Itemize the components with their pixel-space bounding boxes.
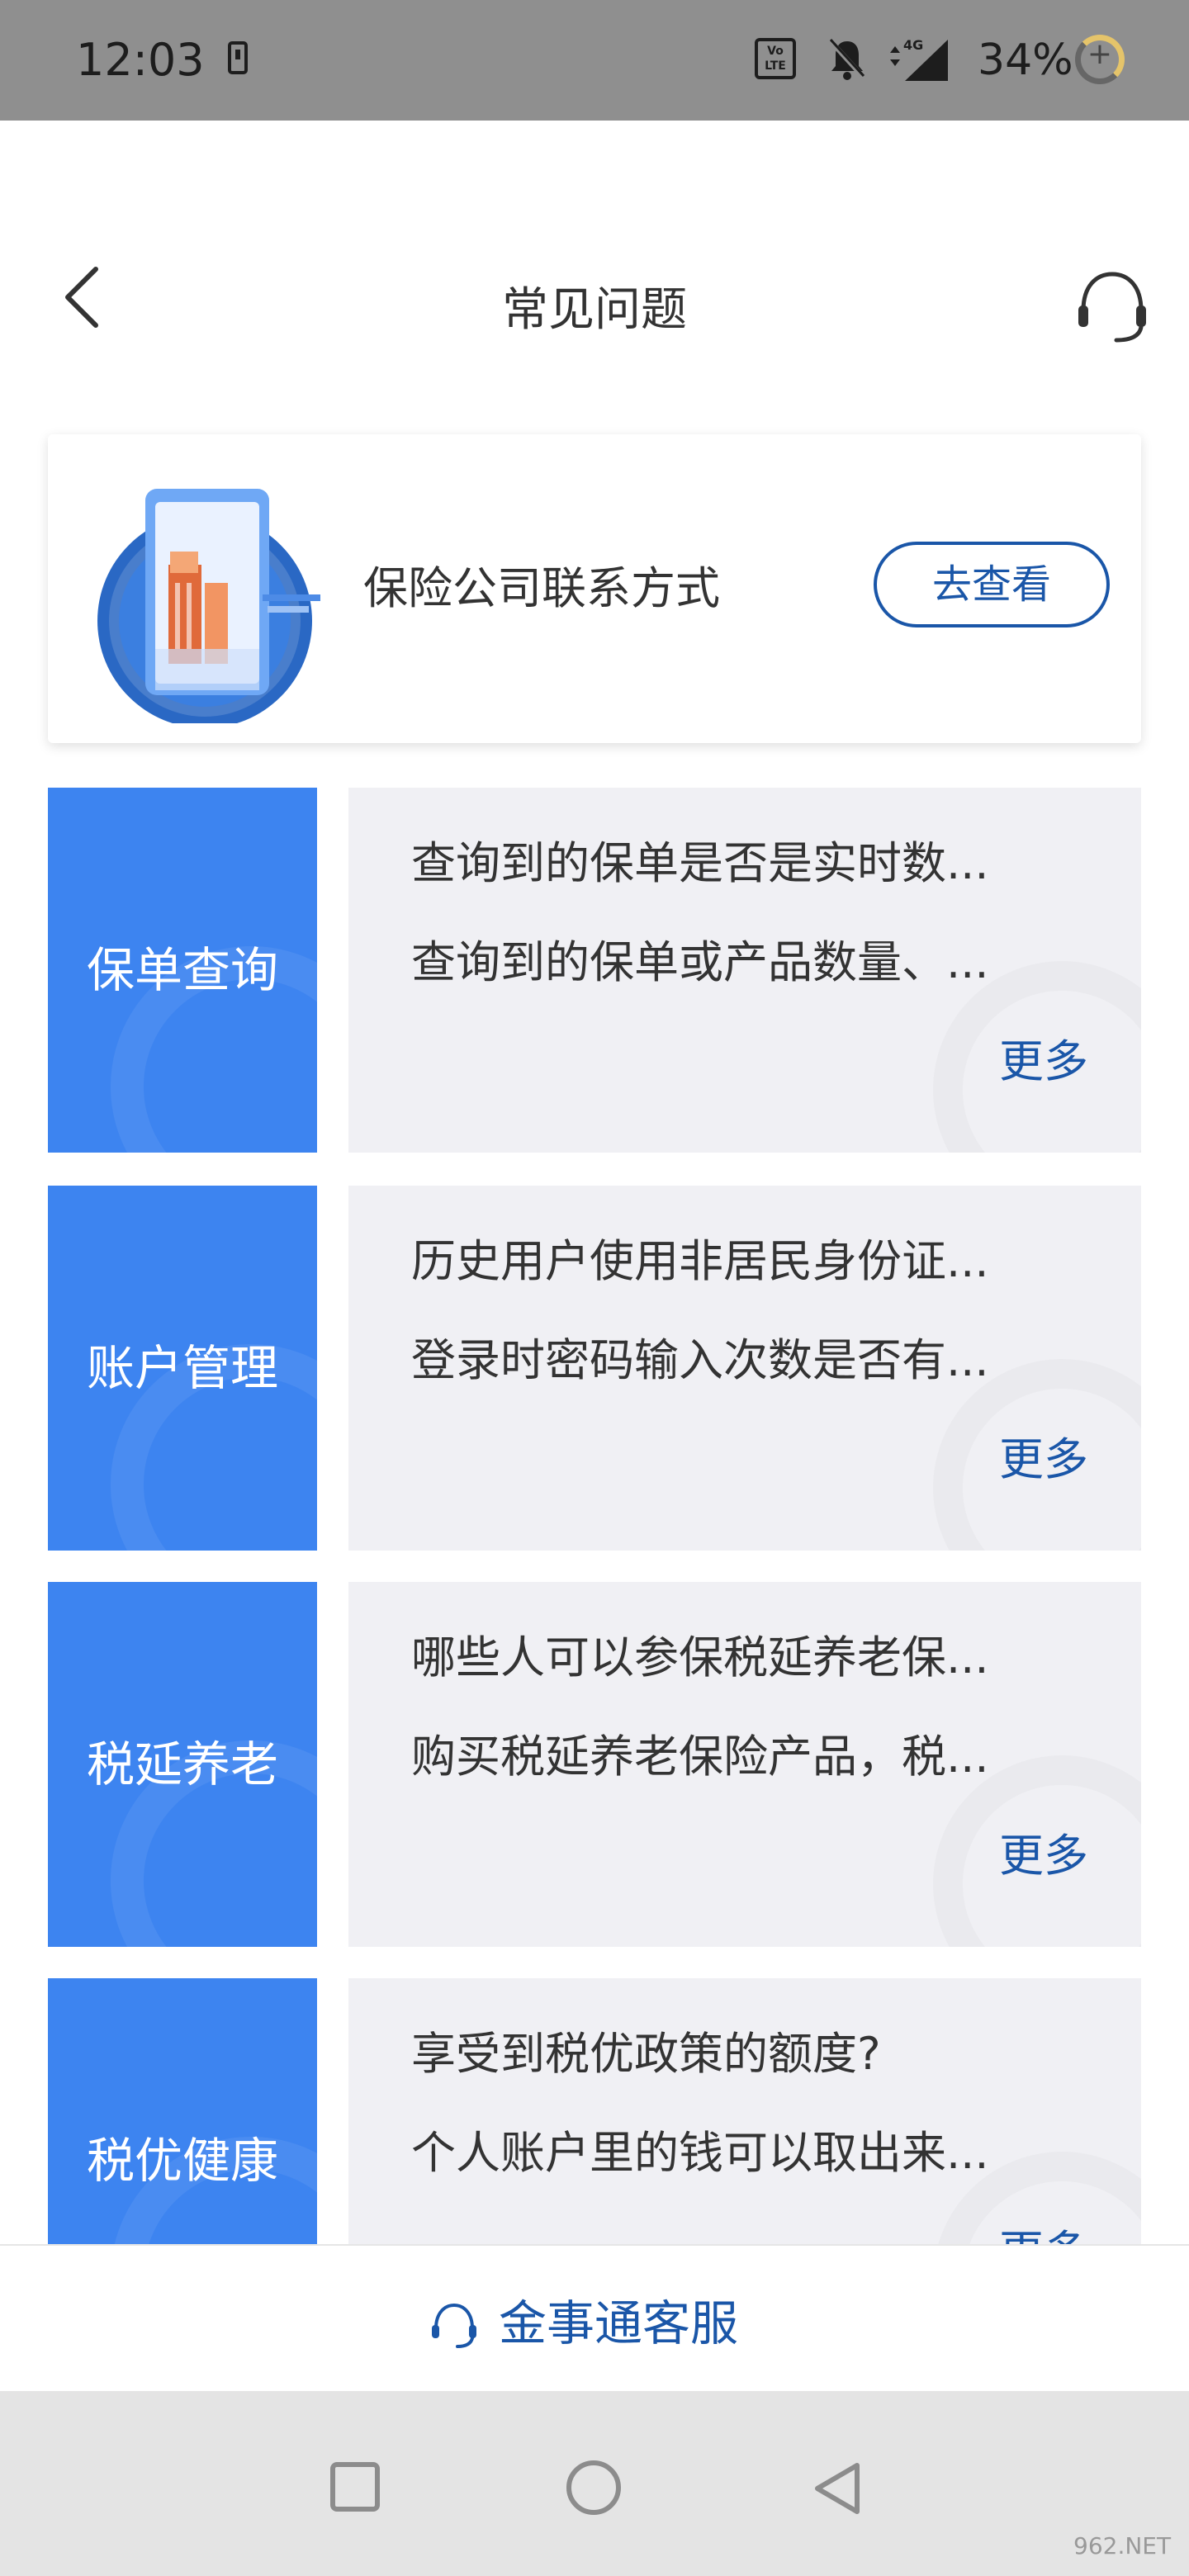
faq-list: 哪些人可以参保税延养老保... 购买税延养老保险产品，税... 更多 <box>348 1582 1141 1947</box>
more-link[interactable]: 更多 <box>999 1826 1088 1886</box>
more-link[interactable]: 更多 <box>999 1430 1088 1489</box>
network-type-label: 4G <box>903 37 923 53</box>
status-time: 12:03 <box>76 34 205 86</box>
faq-section-tax-deferred-pension: 税延养老 哪些人可以参保税延养老保... 购买税延养老保险产品，税... 更多 <box>48 1582 1141 1947</box>
faq-question[interactable]: 个人账户里的钱可以取出来... <box>411 2124 1072 2183</box>
faq-list: 历史用户使用非居民身份证... 登录时密码输入次数是否有... 更多 <box>348 1186 1141 1551</box>
faq-question[interactable]: 购买税延养老保险产品，税... <box>411 1727 1072 1787</box>
more-link[interactable]: 更多 <box>999 1032 1088 1091</box>
faq-section-policy-query: 保单查询 查询到的保单是否是实时数... 查询到的保单或产品数量、... 更多 <box>48 788 1141 1153</box>
faq-question[interactable]: 历史用户使用非居民身份证... <box>411 1232 1072 1291</box>
category-policy-query[interactable]: 保单查询 <box>48 788 317 1153</box>
headset-icon <box>1078 272 1146 343</box>
nav-header <box>0 121 1189 385</box>
status-bar: 12:03 Vo LTE 4G 34% <box>0 0 1189 121</box>
bell-muted-icon <box>828 38 866 80</box>
faq-question[interactable]: 查询到的保单或产品数量、... <box>411 933 1072 992</box>
headset-button[interactable] <box>1075 268 1149 347</box>
category-account-management[interactable]: 账户管理 <box>48 1186 317 1551</box>
insurance-building-illustration <box>97 489 320 723</box>
home-circle-icon[interactable] <box>566 2460 621 2515</box>
watermark-logo: 962.NET <box>1073 2532 1172 2559</box>
system-nav-bar <box>0 2391 1189 2576</box>
insurer-contact-card[interactable]: 保险公司联系方式 去查看 <box>48 434 1141 743</box>
faq-question[interactable]: 登录时密码输入次数是否有... <box>411 1331 1072 1390</box>
recents-square-icon[interactable] <box>330 2462 380 2512</box>
faq-section-account-management: 账户管理 历史用户使用非居民身份证... 登录时密码输入次数是否有... 更多 <box>48 1186 1141 1551</box>
download-icon <box>228 41 248 74</box>
category-tax-deferred-pension[interactable]: 税延养老 <box>48 1582 317 1947</box>
faq-list: 查询到的保单是否是实时数... 查询到的保单或产品数量、... 更多 <box>348 788 1141 1153</box>
signal-icon: 4G <box>890 37 948 81</box>
battery-icon <box>1075 35 1125 84</box>
faq-question[interactable]: 查询到的保单是否是实时数... <box>411 834 1072 893</box>
insurer-contact-label: 保险公司联系方式 <box>363 562 720 614</box>
battery-percent: 34% <box>978 36 1073 85</box>
faq-question[interactable]: 哪些人可以参保税延养老保... <box>411 1628 1072 1688</box>
page-title: 常见问题 <box>502 283 687 337</box>
bottom-service-bar: 金事通客服 <box>0 2244 1189 2391</box>
faq-question[interactable]: 享受到税优政策的额度? <box>411 2024 1072 2084</box>
view-contacts-button[interactable]: 去查看 <box>874 542 1110 627</box>
back-triangle-icon[interactable] <box>811 2460 864 2517</box>
volte-icon: Vo LTE <box>755 38 796 79</box>
headset-icon <box>432 2303 476 2348</box>
customer-service-label: 金事通客服 <box>499 2295 739 2351</box>
